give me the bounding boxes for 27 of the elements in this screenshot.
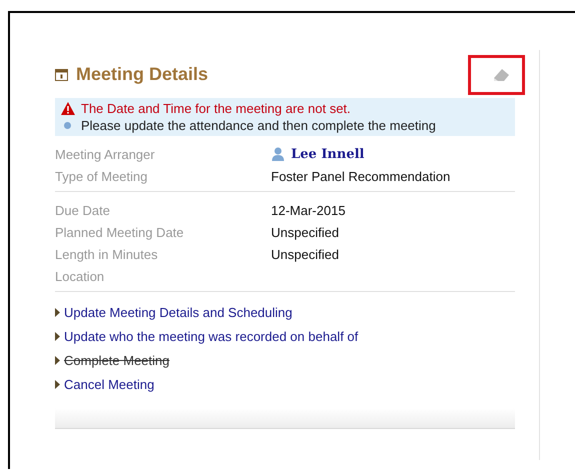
field-label: Type of Meeting: [55, 168, 148, 184]
triangle-icon: [55, 356, 60, 364]
field-label: Planned Meeting Date: [55, 224, 185, 240]
field-value: Unspecified: [271, 246, 339, 262]
triangle-icon: [55, 380, 60, 388]
bullet-icon: [64, 122, 71, 129]
field-value: Foster Panel Recommendation: [271, 168, 450, 184]
triangle-icon: [55, 308, 60, 316]
triangle-icon: [55, 332, 60, 340]
warning-icon: [61, 102, 75, 115]
field-value: 12-Mar-2015: [271, 202, 346, 218]
panel-title: Meeting Details: [76, 64, 208, 84]
error-message: The Date and Time for the meeting are not set.: [81, 101, 351, 116]
eraser-icon: [492, 66, 512, 84]
person-icon: [271, 147, 285, 161]
field-label: Meeting Arranger: [55, 146, 156, 162]
person-link[interactable]: Lee Innell: [291, 146, 364, 162]
field-label: Location: [55, 268, 106, 284]
field-value: Unspecified: [271, 224, 339, 240]
edit-button[interactable]: [468, 55, 525, 95]
action-link[interactable]: Update Meeting Details and Scheduling: [64, 304, 292, 320]
field-label: Due Date: [55, 202, 111, 218]
action-link[interactable]: Cancel Meeting: [64, 376, 154, 392]
calendar-icon: [55, 68, 68, 80]
info-message: Please update the attendance and then complete the meeting: [81, 118, 436, 133]
field-label: Length in Minutes: [55, 246, 159, 262]
action-link[interactable]: Update who the meeting was recorded on behalf of: [64, 328, 358, 344]
